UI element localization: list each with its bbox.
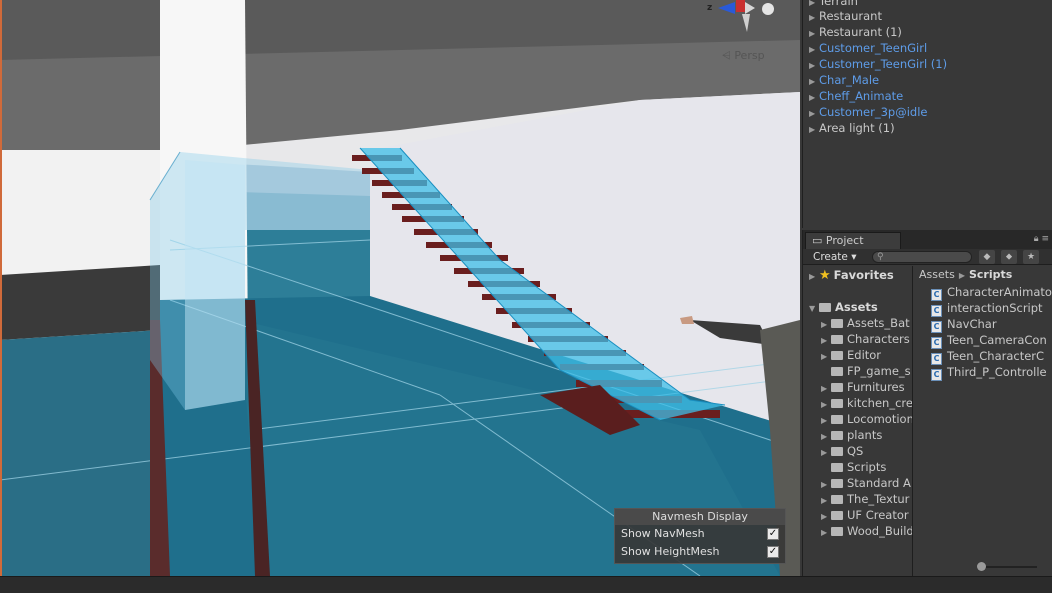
expand-arrow-icon[interactable]: ▶ [821,349,831,365]
axis-z-label: z [707,3,713,13]
project-file-list: Assets ▶ Scripts C CharacterAnimato Cintera… [913,266,1052,576]
filter-by-type-button[interactable]: ◆ [979,250,995,264]
folder-icon [831,479,843,488]
script-file-item[interactable]: C CharacterAnimato [931,284,1052,301]
folder-item[interactable]: ▶ Wood_Build [821,523,913,539]
folder-icon [831,319,843,328]
projection-label: Persp [734,49,765,62]
show-navmesh-label: Show NavMesh [621,527,705,540]
folder-icon [831,511,843,520]
hierarchy-item[interactable]: ▶ Restaurant (1) [809,24,902,40]
tab-project[interactable]: ▭ Project [805,232,901,249]
navmesh-display-overlay: Navmesh Display Show NavMesh ✓ Show Heig… [614,508,786,564]
show-heightmesh-checkbox[interactable]: ✓ [767,546,779,558]
panel-menu-icon[interactable]: ≡ [1041,234,1049,244]
expand-arrow-icon[interactable]: ▶ [809,269,819,285]
expand-arrow-icon[interactable]: ▶ [809,122,819,138]
csharp-script-icon: C [931,369,942,381]
folder-item[interactable]: ▶ plants [821,427,882,443]
breadcrumb-scripts[interactable]: Scripts [969,268,1012,281]
folder-item[interactable]: ▶ The_Textur [821,491,909,507]
folder-icon [831,335,843,344]
folder-item[interactable]: FP_game_s [831,363,911,379]
hierarchy-item[interactable]: ▶ Customer_TeenGirl [809,40,927,56]
folder-icon [831,351,843,360]
favorites-item[interactable]: ▶ ★ Favorites [809,267,894,283]
panel-menu[interactable]: 🔒︎ ≡ [1034,234,1049,244]
project-panel: ▭ Project 🔒︎ ≡ Create ▾ ⚲ ◆ ⬥ ★ ▶ ★ Favori… [802,230,1052,576]
hierarchy-item[interactable]: ▶ Customer_3p@idle [809,104,928,120]
hierarchy-panel: ▶ Terrain ▶ Restaurant ▶ Restaurant (1) ▶ Cu… [802,0,1052,228]
search-icon: ⚲ [877,252,884,262]
status-bar [0,576,1052,593]
scene-view[interactable]: z ⩤ Persp Navmesh Display Show NavMesh ✓… [0,0,800,576]
folder-item[interactable]: ▶ Furnitures [821,379,905,395]
star-icon: ★ [819,268,831,283]
expand-arrow-icon[interactable]: ▶ [821,525,831,541]
script-file-item[interactable]: C Third_P_Controlle [931,364,1047,381]
script-file-item[interactable]: C Teen_CharacterC [931,348,1044,365]
persp-arrow-icon: ⩤ [722,49,731,62]
folder-item[interactable]: ▶ UF Creator [821,507,909,523]
folder-item[interactable]: ▶ Standard A [821,475,911,491]
folder-item[interactable]: ▶ Assets_Bat [821,315,910,331]
navmesh-display-title: Navmesh Display [615,509,785,525]
breadcrumb: Assets ▶ Scripts [919,268,1012,282]
folder-icon [831,431,843,440]
folder-icon [831,495,843,504]
expand-arrow-icon[interactable]: ▶ [821,445,831,461]
dropdown-arrow-icon: ▾ [851,251,857,263]
folder-item[interactable]: Scripts [831,459,886,475]
folder-icon [831,383,843,392]
folder-icon [819,303,831,312]
folder-tab-icon: ▭ [812,234,823,247]
folder-item[interactable]: ▶ Editor [821,347,881,363]
folder-icon [831,399,843,408]
project-toolbar: Create ▾ ⚲ ◆ ⬥ ★ [803,249,1052,265]
script-file-item[interactable]: C NavChar [931,316,997,333]
folder-item[interactable]: ▶ Characters [821,331,910,347]
breadcrumb-separator-icon: ▶ [958,271,965,280]
projection-toggle[interactable]: ⩤ Persp [722,49,765,63]
folder-icon [831,447,843,456]
project-tabbar: ▭ Project 🔒︎ ≡ [803,230,1052,249]
hierarchy-item[interactable]: ▶ Restaurant [809,8,882,24]
tab-project-label: Project [825,234,864,247]
icon-size-slider-knob[interactable] [977,562,986,571]
folder-item[interactable]: ▶ kitchen_cre [821,395,913,411]
project-folder-tree: ▶ ★ Favorites ▼ Assets ▶ Assets_Bat ▶ Charact… [803,266,913,576]
scene-render [0,0,800,576]
tag-icon: ⬥ [1005,252,1013,262]
filter-by-label-button[interactable]: ⬥ [1001,250,1017,264]
hierarchy-item[interactable]: ▶ Area light (1) [809,120,895,136]
hierarchy-item[interactable]: ▶ Char_Male [809,72,879,88]
folder-icon [831,463,843,472]
script-file-item[interactable]: C Teen_CameraCon [931,332,1047,349]
folder-icon [831,415,843,424]
assets-root-item[interactable]: ▼ Assets [809,299,878,315]
lock-icon[interactable]: 🔒︎ [1034,234,1039,244]
folder-icon [831,527,843,536]
folder-icon [831,367,843,376]
breadcrumb-assets[interactable]: Assets [919,268,955,281]
icon-size-slider-track[interactable] [979,566,1037,568]
script-file-item[interactable]: CinteractionScript [931,300,1043,317]
show-heightmesh-label: Show HeightMesh [621,545,720,558]
favorite-button[interactable]: ★ [1023,250,1039,264]
show-navmesh-row[interactable]: Show NavMesh ✓ [615,525,785,543]
hierarchy-item[interactable]: ▶ Cheff_Animate [809,88,903,104]
create-button[interactable]: Create ▾ [813,250,857,264]
show-navmesh-checkbox[interactable]: ✓ [767,528,779,540]
show-heightmesh-row[interactable]: Show HeightMesh ✓ [615,543,785,561]
folder-item[interactable]: ▶ QS [821,443,863,459]
folder-item[interactable]: ▶ Locomotion [821,411,913,427]
collapse-arrow-icon[interactable]: ▼ [809,301,819,317]
star-outline-icon: ★ [1026,252,1036,262]
project-search-input[interactable]: ⚲ [872,251,972,263]
filter-icon: ◆ [983,252,991,262]
hierarchy-item[interactable]: ▶ Customer_TeenGirl (1) [809,56,947,72]
